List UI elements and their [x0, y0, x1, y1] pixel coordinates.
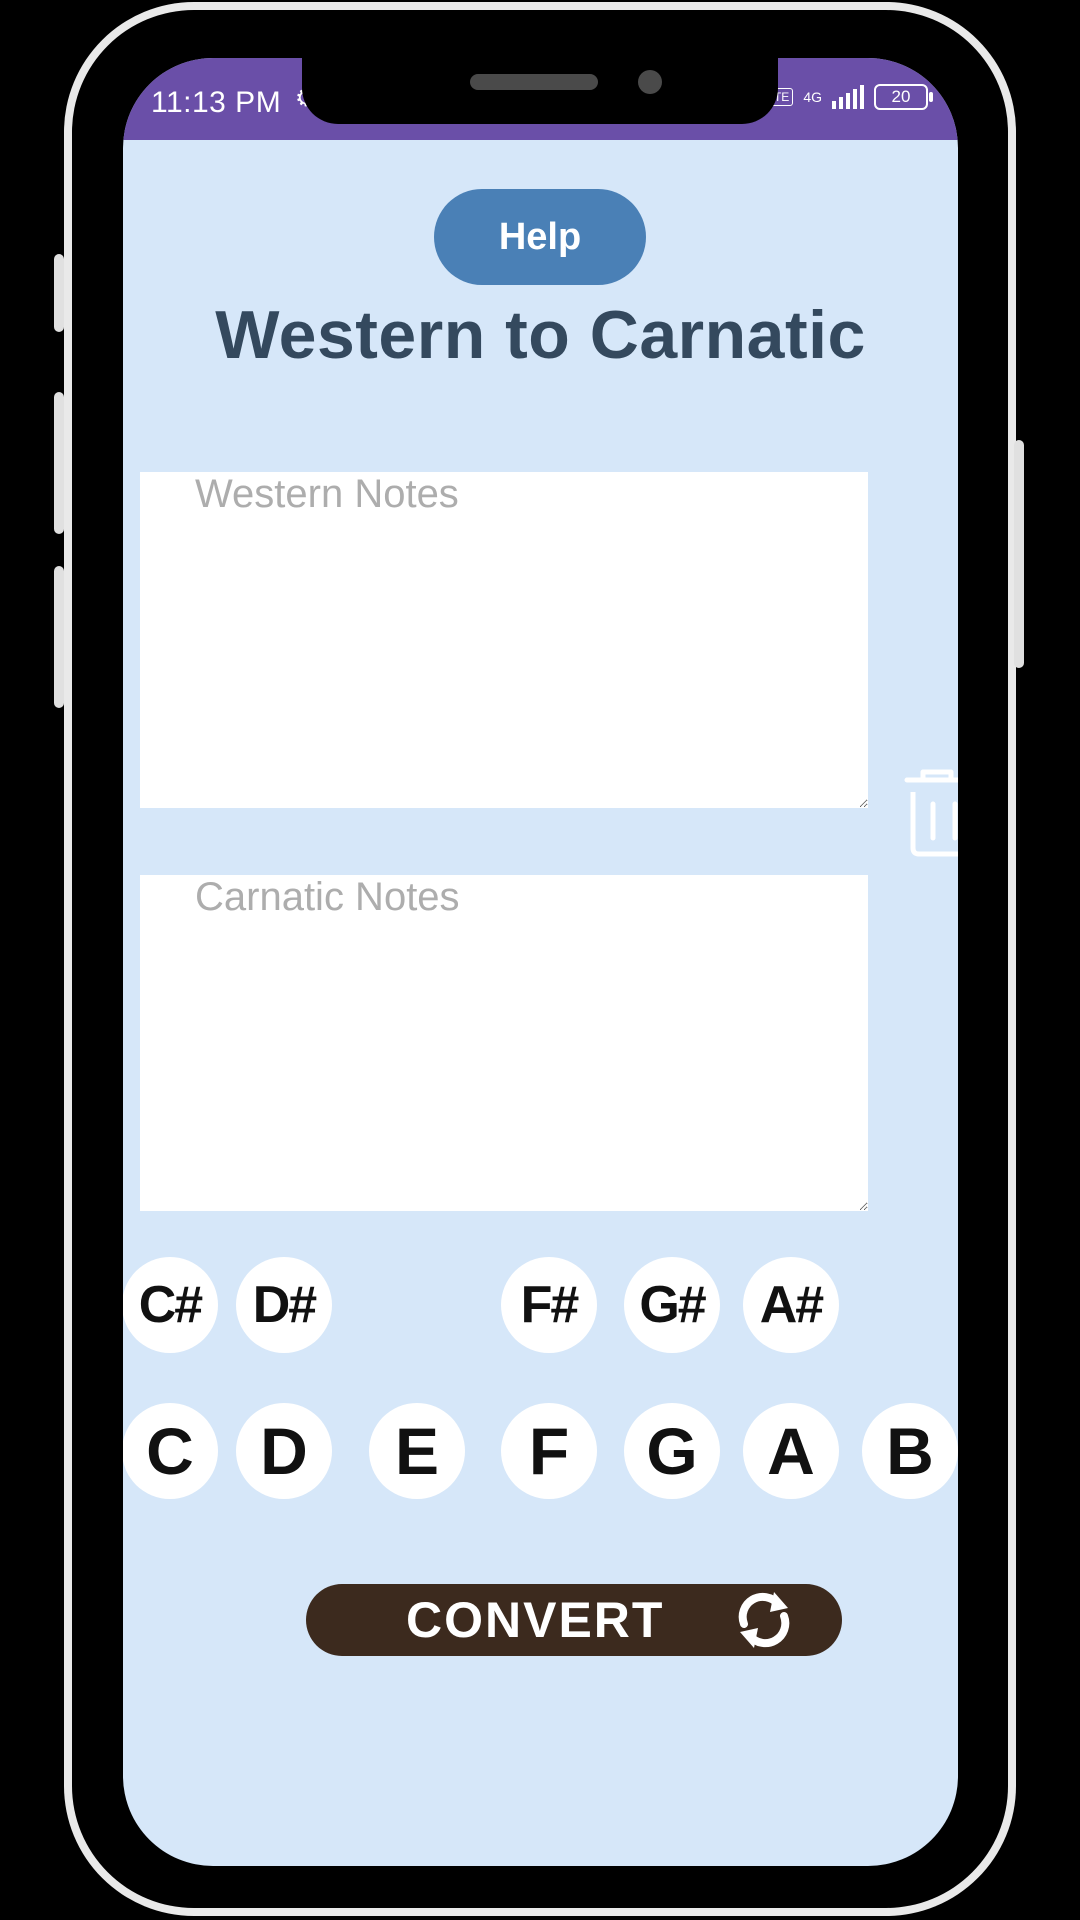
- key-b[interactable]: B: [862, 1403, 958, 1499]
- key-a-sharp[interactable]: A#: [743, 1257, 839, 1353]
- key-f-sharp[interactable]: F#: [501, 1257, 597, 1353]
- app-screen: 11:13 PM ⚙ LTE 4G 20 Help Western to Car…: [123, 58, 958, 1866]
- carnatic-notes-output[interactable]: [140, 875, 868, 1211]
- key-c-sharp[interactable]: C#: [123, 1257, 218, 1353]
- status-icons: LTE 4G 20: [764, 84, 933, 110]
- trash-icon[interactable]: [893, 764, 958, 860]
- convert-label: CONVERT: [406, 1592, 665, 1648]
- network-type: 4G: [803, 89, 822, 105]
- key-g[interactable]: G: [624, 1403, 720, 1499]
- power-button: [1014, 440, 1024, 668]
- phone-notch: [302, 58, 778, 124]
- status-time: 11:13 PM: [151, 86, 282, 119]
- volume-button: [54, 254, 64, 332]
- convert-button[interactable]: CONVERT: [306, 1584, 842, 1656]
- volume-down-button: [54, 566, 64, 708]
- volume-up-button: [54, 392, 64, 534]
- key-d-sharp[interactable]: D#: [236, 1257, 332, 1353]
- page-title: Western to Carnatic: [215, 297, 866, 373]
- key-g-sharp[interactable]: G#: [624, 1257, 720, 1353]
- key-c[interactable]: C: [123, 1403, 218, 1499]
- refresh-arrows-icon: [738, 1592, 790, 1648]
- signal-icon: [832, 85, 864, 109]
- help-button[interactable]: Help: [434, 189, 646, 285]
- key-f[interactable]: F: [501, 1403, 597, 1499]
- key-e[interactable]: E: [369, 1403, 465, 1499]
- battery-icon: 20: [874, 84, 933, 110]
- key-d[interactable]: D: [236, 1403, 332, 1499]
- front-camera: [638, 70, 662, 94]
- speaker-grille: [470, 74, 598, 90]
- key-a[interactable]: A: [743, 1403, 839, 1499]
- western-notes-input[interactable]: [140, 472, 868, 808]
